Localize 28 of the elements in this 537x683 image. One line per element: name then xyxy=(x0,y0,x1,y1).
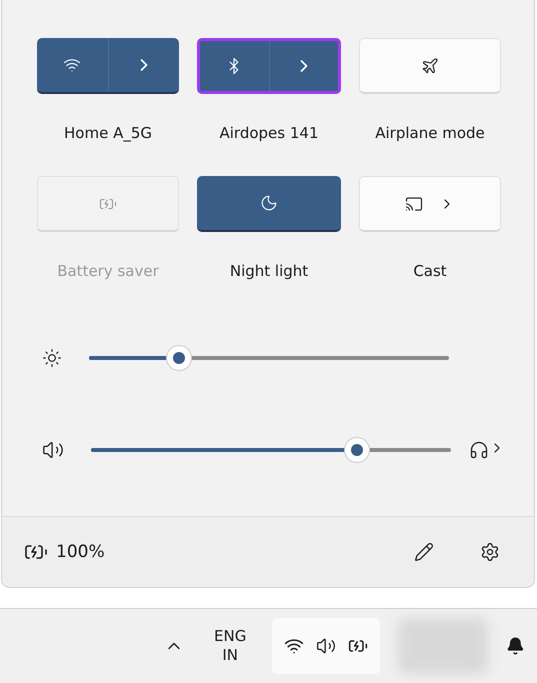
tile-label: Cast xyxy=(413,262,447,280)
speaker-icon xyxy=(316,636,336,656)
brightness-icon xyxy=(42,348,62,368)
quick-setting-tile[interactable] xyxy=(37,38,179,94)
pencil-icon xyxy=(414,542,434,562)
bell-icon[interactable] xyxy=(506,636,525,656)
tile-label: Home A_5G xyxy=(64,124,152,142)
airplane-icon xyxy=(421,56,439,74)
system-tray[interactable] xyxy=(272,618,380,674)
slider-thumb[interactable] xyxy=(167,346,191,370)
tile-label: Battery saver xyxy=(57,262,159,280)
quick-setting-tile[interactable] xyxy=(197,176,341,232)
language-code: ENG xyxy=(214,626,246,646)
tile-label: Night light xyxy=(230,262,308,280)
cast-icon xyxy=(405,194,423,212)
slider[interactable] xyxy=(91,438,451,462)
region-code: IN xyxy=(222,646,238,666)
tile-label: Airplane mode xyxy=(375,124,485,142)
slider[interactable] xyxy=(89,346,449,370)
headphones-icon xyxy=(469,440,489,460)
battery-percentage: 100% xyxy=(56,542,105,562)
tile-label: Airdopes 141 xyxy=(220,124,318,142)
moon-icon xyxy=(260,194,278,212)
slider-thumb[interactable] xyxy=(345,438,370,462)
language-indicator[interactable]: ENG IN xyxy=(206,626,254,666)
speaker-icon xyxy=(42,439,64,461)
quick-setting-tile[interactable] xyxy=(197,38,341,94)
settings-icon xyxy=(480,542,500,562)
